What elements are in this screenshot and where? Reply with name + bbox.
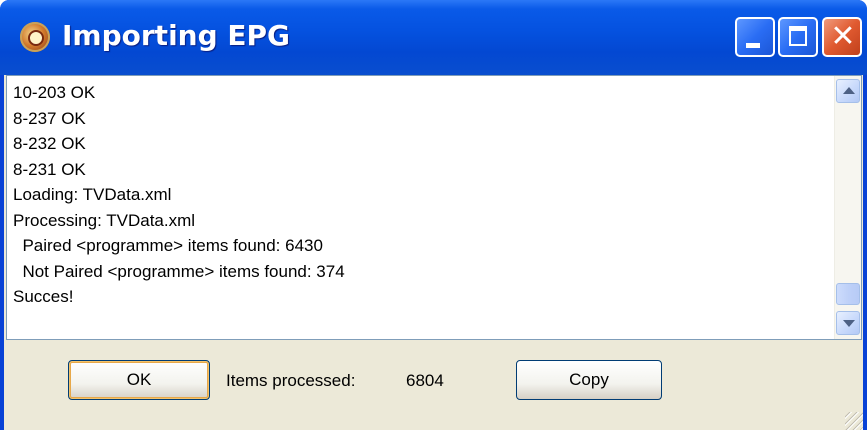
- scroll-thumb[interactable]: [836, 283, 860, 305]
- chevron-up-icon: [843, 87, 855, 94]
- minimize-button[interactable]: [735, 17, 775, 57]
- log-line: 8-237 OK: [13, 108, 86, 128]
- log-line: Processing: TVData.xml: [13, 210, 196, 230]
- log-output[interactable]: 10-203 OK 8-237 OK 8-232 OK 8-231 OK Loa…: [6, 75, 862, 340]
- maximize-icon: [789, 26, 807, 46]
- app-icon[interactable]: [20, 22, 50, 52]
- log-line: Not Paired <programme> items found: 374: [13, 261, 345, 281]
- log-line: 8-232 OK: [13, 134, 86, 153]
- chevron-down-icon: [843, 320, 855, 327]
- resize-grip[interactable]: [845, 412, 863, 430]
- ok-button[interactable]: OK: [68, 360, 210, 400]
- dialog-window: Importing EPG ✕ 10-203 OK 8-237 OK 8-232…: [0, 0, 867, 430]
- scroll-up-button[interactable]: [836, 79, 860, 103]
- log-line: 8-231 OK: [13, 159, 86, 179]
- maximize-button[interactable]: [778, 17, 818, 57]
- title-bar[interactable]: Importing EPG ✕: [0, 0, 867, 75]
- log-line: Loading: TVData.xml: [13, 185, 172, 204]
- scroll-down-button[interactable]: [836, 311, 860, 335]
- vertical-scrollbar[interactable]: [834, 76, 861, 339]
- window-title: Importing EPG: [62, 19, 291, 52]
- minimize-icon: [746, 43, 760, 48]
- items-processed-label: Items processed:: [226, 371, 356, 390]
- close-button[interactable]: ✕: [822, 17, 862, 57]
- log-line: Succes!: [13, 287, 74, 306]
- dialog-body: 10-203 OK 8-237 OK 8-232 OK 8-231 OK Loa…: [4, 75, 863, 430]
- log-line: Paired <programme> items found: 6430: [13, 236, 323, 255]
- log-lines: 10-203 OK 8-237 OK 8-232 OK 8-231 OK Loa…: [13, 80, 833, 310]
- log-line: 10-203 OK: [13, 83, 96, 102]
- close-icon: ✕: [830, 19, 856, 54]
- copy-button[interactable]: Copy: [516, 360, 662, 400]
- items-processed-value: 6804: [406, 371, 444, 390]
